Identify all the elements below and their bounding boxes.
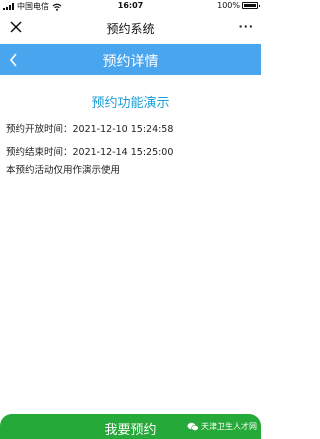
watermark-text: 天津卫生人才网 xyxy=(201,422,257,431)
battery-percent: 100% xyxy=(217,1,240,10)
end-time-text: 预约结束时间：2021-12-14 15:25:00 xyxy=(6,147,174,158)
more-menu-button[interactable]: ··· xyxy=(238,20,254,33)
battery-fill xyxy=(244,4,256,7)
watermark: 天津卫生人才网 xyxy=(187,421,257,432)
wechat-nav-bar: 预约系统 ··· xyxy=(0,12,261,44)
demo-note-text: 本预约活动仅用作演示使用 xyxy=(6,165,121,176)
battery-icon xyxy=(242,2,260,9)
wechat-icon xyxy=(187,422,199,431)
content-title: 预约功能演示 xyxy=(91,96,170,111)
status-bar: 中国电信 16:07 100% xyxy=(0,0,261,12)
status-right: 100% xyxy=(217,1,260,10)
app-header: 预约详情 xyxy=(0,44,261,75)
open-time-text: 预约开放时间：2021-12-10 15:24:58 xyxy=(6,124,174,135)
wechat-nav-title: 预约系统 xyxy=(106,22,155,36)
page-title: 预约详情 xyxy=(102,54,159,70)
